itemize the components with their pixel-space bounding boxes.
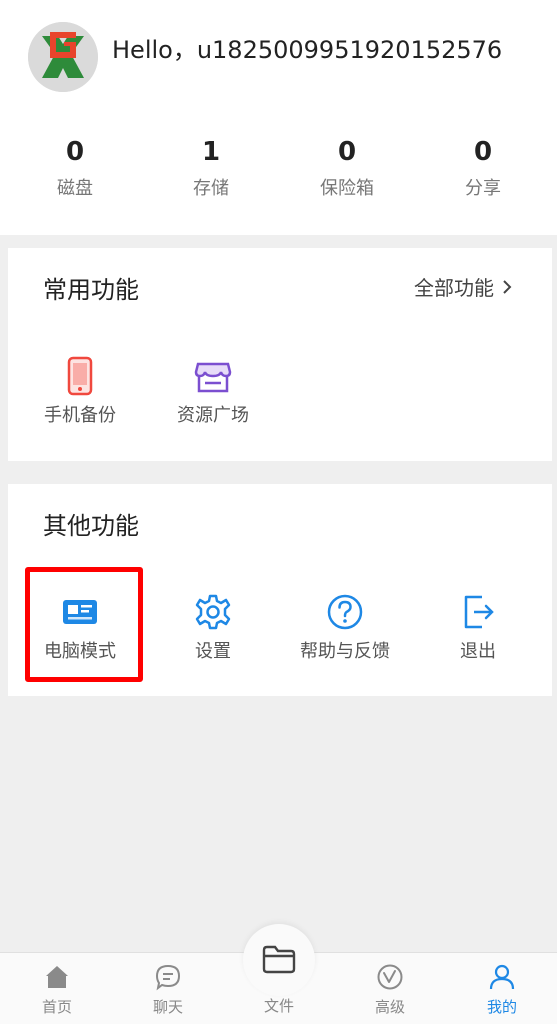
card-title: 其他功能 <box>43 512 139 540</box>
item-label: 帮助与反馈 <box>300 641 390 662</box>
stats-row: 0 磁盘 1 存储 0 保险箱 0 分享 <box>0 135 557 215</box>
phone-backup-item[interactable]: 手机备份 <box>15 356 145 428</box>
tab-files[interactable] <box>243 924 315 996</box>
item-label: 电脑模式 <box>44 641 116 662</box>
tab-label: 文件 <box>263 997 294 1015</box>
stat-label: 存储 <box>193 178 229 199</box>
stat-storage[interactable]: 1 存储 <box>143 135 279 201</box>
tab-home[interactable]: 首页 <box>7 963 107 1017</box>
logout-icon <box>464 595 494 629</box>
all-functions-label: 全部功能 <box>414 276 494 300</box>
settings-item[interactable]: 设置 <box>148 592 278 664</box>
desktop-mode-item[interactable]: 电脑模式 <box>15 592 145 664</box>
other-functions-card: 其他功能 电脑模式 设置 帮助与反馈 退出 <box>8 484 552 696</box>
stat-label: 磁盘 <box>57 178 93 199</box>
help-feedback-item[interactable]: 帮助与反馈 <box>280 592 410 664</box>
all-functions-link[interactable]: 全部功能 <box>414 272 514 301</box>
chat-icon <box>155 964 181 991</box>
item-label: 手机备份 <box>44 405 116 426</box>
gear-icon <box>195 594 231 630</box>
store-icon <box>194 362 232 393</box>
profile-header: Hello，u1825009951920152576 0 磁盘 1 存储 0 保… <box>0 0 557 235</box>
card-title: 常用功能 <box>43 276 139 304</box>
stat-share[interactable]: 0 分享 <box>415 135 551 201</box>
help-icon <box>327 594 363 630</box>
avatar[interactable] <box>28 22 98 92</box>
tab-label: 聊天 <box>152 998 183 1016</box>
vip-icon <box>377 964 403 990</box>
stat-value: 0 <box>65 137 85 167</box>
stat-label: 保险箱 <box>320 178 374 199</box>
tab-label: 我的 <box>486 998 517 1016</box>
desktop-card-icon <box>63 600 97 624</box>
common-functions-card: 常用功能 全部功能 手机备份 资源广场 <box>8 248 552 461</box>
tab-mine[interactable]: 我的 <box>452 963 552 1017</box>
user-icon <box>489 964 515 990</box>
stat-vault[interactable]: 0 保险箱 <box>279 135 415 201</box>
logout-item[interactable]: 退出 <box>413 592 543 664</box>
tab-advanced[interactable]: 高级 <box>340 963 440 1017</box>
phone-icon <box>67 356 93 396</box>
tab-label: 首页 <box>41 998 72 1016</box>
item-label: 资源广场 <box>177 405 249 426</box>
stat-value: 1 <box>201 137 221 167</box>
stat-value: 0 <box>473 137 493 167</box>
greeting-text: Hello，u1825009951920152576 <box>112 36 503 64</box>
folder-icon <box>262 945 296 974</box>
stat-value: 0 <box>337 137 357 167</box>
stat-disk[interactable]: 0 磁盘 <box>7 135 143 201</box>
logo-icon <box>28 22 98 92</box>
stat-label: 分享 <box>465 178 501 199</box>
chevron-right-icon <box>503 279 512 294</box>
tab-label: 高级 <box>374 998 405 1016</box>
resource-plaza-item[interactable]: 资源广场 <box>148 356 278 428</box>
item-label: 退出 <box>460 641 496 662</box>
home-icon <box>46 966 68 988</box>
item-label: 设置 <box>195 641 231 662</box>
tab-chat[interactable]: 聊天 <box>118 963 218 1017</box>
